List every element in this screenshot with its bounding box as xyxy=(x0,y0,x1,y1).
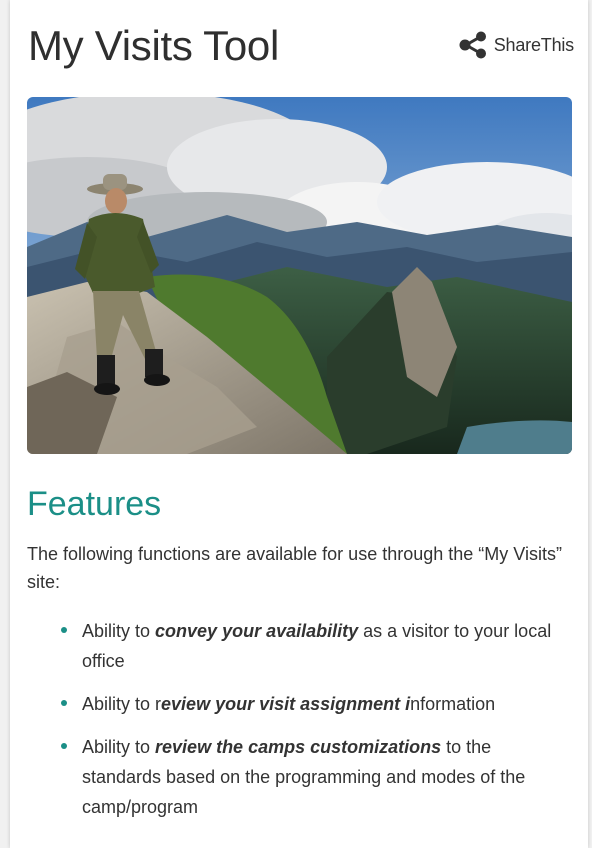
feature-item: Ability to review your visit assignment … xyxy=(27,689,575,719)
bullet-icon xyxy=(61,627,67,633)
feature-text-emphasis: eview your visit assignment i xyxy=(161,694,411,714)
share-label: ShareThis xyxy=(493,34,574,55)
content-card: My Visits Tool ShareThis Features The fo… xyxy=(10,0,588,848)
share-icon xyxy=(458,31,488,59)
feature-text-pre: Ability to r xyxy=(82,694,162,714)
feature-text-pre: Ability to xyxy=(82,737,156,757)
feature-item: Ability to review the camps customizatio… xyxy=(27,732,575,822)
feature-text-post: nformation xyxy=(410,694,496,714)
feature-item: Ability to convey your availability as a… xyxy=(27,616,575,676)
features-heading: Features xyxy=(27,485,162,523)
page-header: My Visits Tool ShareThis xyxy=(28,18,574,80)
share-button[interactable]: ShareThis xyxy=(458,31,574,59)
feature-text-emphasis: convey your availability xyxy=(155,621,359,641)
feature-text-pre: Ability to xyxy=(82,621,156,641)
hero-image xyxy=(27,97,572,454)
bullet-icon xyxy=(61,700,67,706)
page-title: My Visits Tool xyxy=(28,22,279,69)
bullet-icon xyxy=(61,743,67,749)
feature-text-emphasis: review the camps customizations xyxy=(155,737,442,757)
features-intro: The following functions are available fo… xyxy=(27,544,562,592)
features-list: Ability to convey your availability as a… xyxy=(27,616,575,835)
